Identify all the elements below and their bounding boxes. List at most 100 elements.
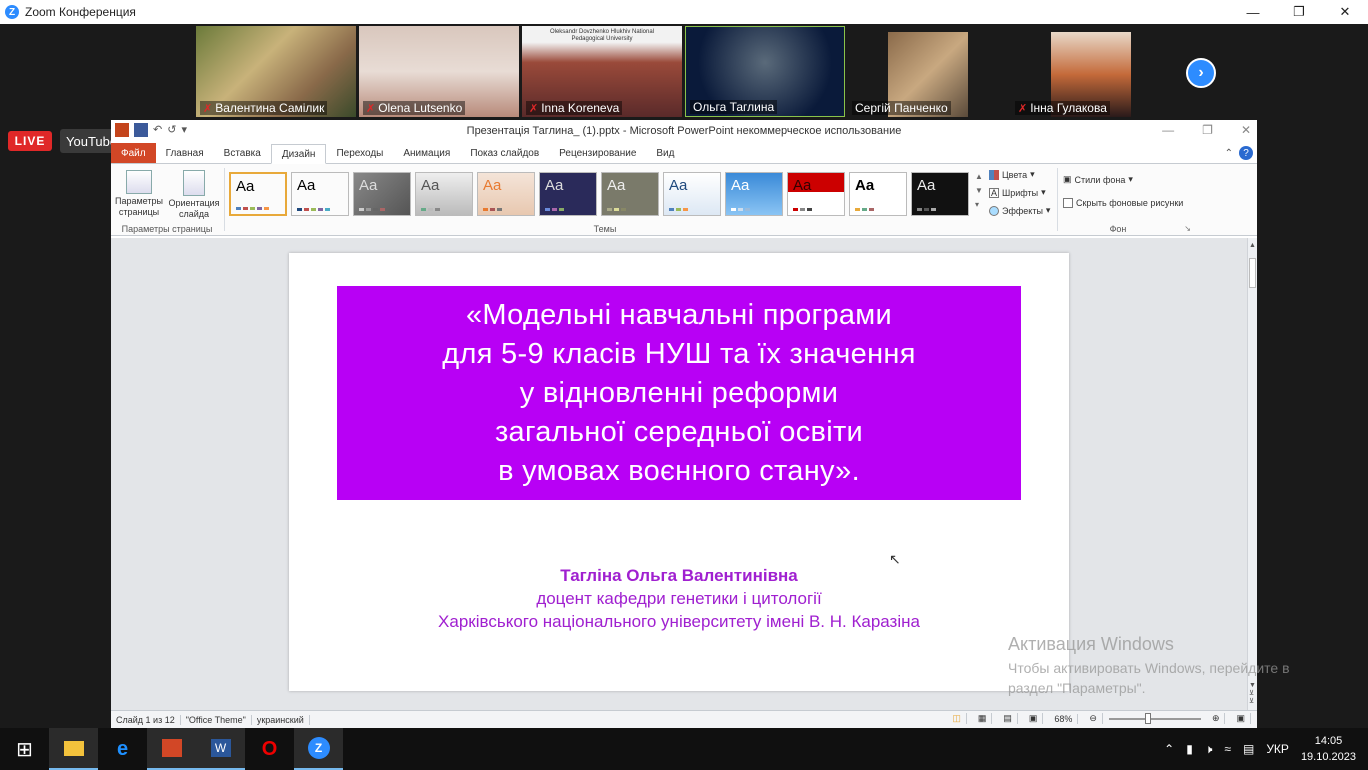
show-hidden-icons-icon[interactable]: ⌃	[1164, 742, 1174, 756]
slideshow-icon[interactable]: ▣	[1024, 713, 1044, 724]
theme-item[interactable]: Aa	[787, 172, 845, 216]
participant-tile[interactable]: ✗ Валентина Самілик	[196, 26, 356, 117]
theme-sample: Aa	[917, 177, 936, 194]
tab-review[interactable]: Рецензирование	[549, 143, 646, 163]
dialog-launcher-icon[interactable]: ↘	[1184, 224, 1191, 233]
theme-item[interactable]: Aa	[911, 172, 969, 216]
group-page-setup-label: Параметры страницы	[121, 224, 213, 234]
edge-icon[interactable]: e	[98, 728, 147, 770]
undo-icon[interactable]: ↶	[153, 123, 162, 137]
tab-transitions[interactable]: Переходы	[326, 143, 393, 163]
tab-file[interactable]: Файл	[111, 143, 156, 163]
zoom-slider-thumb[interactable]	[1144, 712, 1151, 724]
tab-home[interactable]: Главная	[156, 143, 214, 163]
theme-item[interactable]: Aa	[353, 172, 411, 216]
theme-gallery-scroll[interactable]: ▲ ▼ ▾	[975, 170, 983, 212]
theme-item[interactable]: Aa	[291, 172, 349, 216]
theme-item[interactable]: Aa	[663, 172, 721, 216]
participant-name: ✗ Olena Lutsenko	[363, 101, 466, 115]
slide-canvas[interactable]: «Модельні навчальні програми для 5-9 кла…	[289, 253, 1069, 691]
input-language[interactable]: УКР	[1266, 742, 1289, 756]
theme-name: "Office Theme"	[181, 714, 252, 725]
participant-tile[interactable]: ✗ Olena Lutsenko	[359, 26, 519, 117]
minimize-icon[interactable]: —	[1230, 0, 1276, 24]
tab-slideshow[interactable]: Показ слайдов	[460, 143, 549, 163]
tab-design[interactable]: Дизайн	[270, 144, 327, 164]
effects-label: Эффекты	[1002, 205, 1043, 216]
participant-tile[interactable]: ✗ Інна Гулакова	[1011, 26, 1171, 117]
slide-counter: Слайд 1 из 12	[111, 714, 181, 725]
theme-item[interactable]: Aa	[415, 172, 473, 216]
slide-sorter-icon[interactable]: ▦	[973, 713, 993, 724]
help-icon[interactable]: ?	[1239, 146, 1253, 160]
ppt-restore-icon[interactable]: ❐	[1202, 123, 1213, 137]
fit-slide-icon[interactable]: ▣	[1231, 713, 1251, 724]
slide-title-box[interactable]: «Модельні навчальні програми для 5-9 кла…	[337, 286, 1021, 500]
clock[interactable]: 14:05 19.10.2023	[1301, 733, 1356, 765]
zoom-in-icon[interactable]: ⊕	[1207, 713, 1226, 724]
volume-icon[interactable]: 🕨	[1205, 742, 1213, 757]
file-explorer-icon[interactable]	[49, 728, 98, 770]
participant-tile[interactable]: Сергій Панченко	[848, 26, 1008, 117]
collapse-ribbon-icon[interactable]: ⌃	[1225, 148, 1233, 159]
ppt-close-icon[interactable]: ✕	[1241, 123, 1251, 137]
next-page-button[interactable]: ›	[1186, 58, 1216, 88]
theme-item[interactable]: Aa	[477, 172, 535, 216]
participant-name: Сергій Панченко	[852, 101, 951, 115]
powerpoint-icon[interactable]	[115, 123, 129, 137]
zoom-out-icon[interactable]: ⊖	[1084, 713, 1103, 724]
theme-item[interactable]: Aa	[601, 172, 659, 216]
word-taskbar-icon[interactable]: W	[196, 728, 245, 770]
theme-sample: Aa	[236, 178, 255, 195]
start-windows-icon[interactable]: ⊞	[0, 728, 49, 770]
zoom-slider[interactable]	[1108, 712, 1201, 724]
muted-mic-icon: ✗	[529, 103, 539, 115]
theme-sample: Aa	[359, 177, 378, 194]
tab-insert[interactable]: Вставка	[214, 143, 271, 163]
reading-view-icon[interactable]: ▤	[998, 713, 1018, 724]
tab-view[interactable]: Вид	[646, 143, 684, 163]
close-icon[interactable]: ✕	[1322, 0, 1368, 24]
theme-colors-button[interactable]: Цвета ▾	[989, 169, 1035, 180]
author-position: доцент кафедри генетики і цитології	[536, 589, 822, 608]
powerpoint-taskbar-icon[interactable]	[147, 728, 196, 770]
battery-icon[interactable]: ▮	[1186, 742, 1193, 756]
zoom-taskbar-icon[interactable]: Z	[294, 728, 343, 770]
theme-item[interactable]: Aa	[725, 172, 783, 216]
hide-background-checkbox[interactable]: Скрыть фоновые рисунки	[1063, 198, 1183, 208]
theme-office[interactable]: Aa	[229, 172, 287, 216]
save-icon[interactable]	[134, 123, 148, 137]
vertical-scrollbar[interactable]: ▲ ▼ ⊻ ⊻	[1247, 238, 1257, 710]
ppt-minimize-icon[interactable]: —	[1162, 123, 1174, 137]
scroll-thumb[interactable]	[1249, 258, 1256, 288]
participant-tile-active-speaker[interactable]: Ольга Таглина	[685, 26, 845, 117]
network-icon[interactable]: ≈	[1224, 742, 1231, 756]
zoom-window-title: Zoom Конференция	[25, 5, 136, 19]
live-badge[interactable]: LIVE	[8, 131, 52, 151]
background-styles-button[interactable]: ▣ Стили фона ▾	[1063, 174, 1133, 185]
participant-tile[interactable]: Oleksandr Dovzhenko Hlukhiv National Ped…	[522, 26, 682, 117]
restore-icon[interactable]: ❐	[1276, 0, 1322, 24]
slide-orientation-button[interactable]: Ориентация слайда	[166, 170, 222, 220]
quick-access-toolbar: ↶ ↺ ▾	[115, 123, 187, 137]
scroll-up-icon[interactable]: ▲	[1249, 242, 1256, 249]
muted-mic-icon: ✗	[366, 103, 376, 115]
tab-animations[interactable]: Анимация	[393, 143, 460, 163]
theme-effects-button[interactable]: Эффекты ▾	[989, 205, 1050, 216]
zoom-logo-icon: Z	[5, 5, 19, 19]
theme-item[interactable]: Aa	[849, 172, 907, 216]
zoom-level[interactable]: 68%	[1049, 713, 1079, 724]
page-setup-button[interactable]: Параметры страницы	[114, 170, 164, 218]
language[interactable]: украинский	[252, 714, 310, 725]
title-line: у відновленні реформи	[519, 377, 839, 409]
participant-name: Ольга Таглина	[690, 100, 778, 114]
clock-time: 14:05	[1314, 735, 1343, 747]
opera-icon[interactable]: O	[245, 728, 294, 770]
notification-icon[interactable]: ▤	[1243, 742, 1254, 756]
redo-icon[interactable]: ↺	[167, 123, 176, 137]
theme-sample: Aa	[731, 177, 750, 194]
theme-item[interactable]: Aa	[539, 172, 597, 216]
normal-view-icon[interactable]: ◫	[947, 713, 967, 724]
customize-qat-icon[interactable]: ▾	[181, 123, 187, 137]
theme-fonts-button[interactable]: A Шрифты ▾	[989, 187, 1046, 198]
